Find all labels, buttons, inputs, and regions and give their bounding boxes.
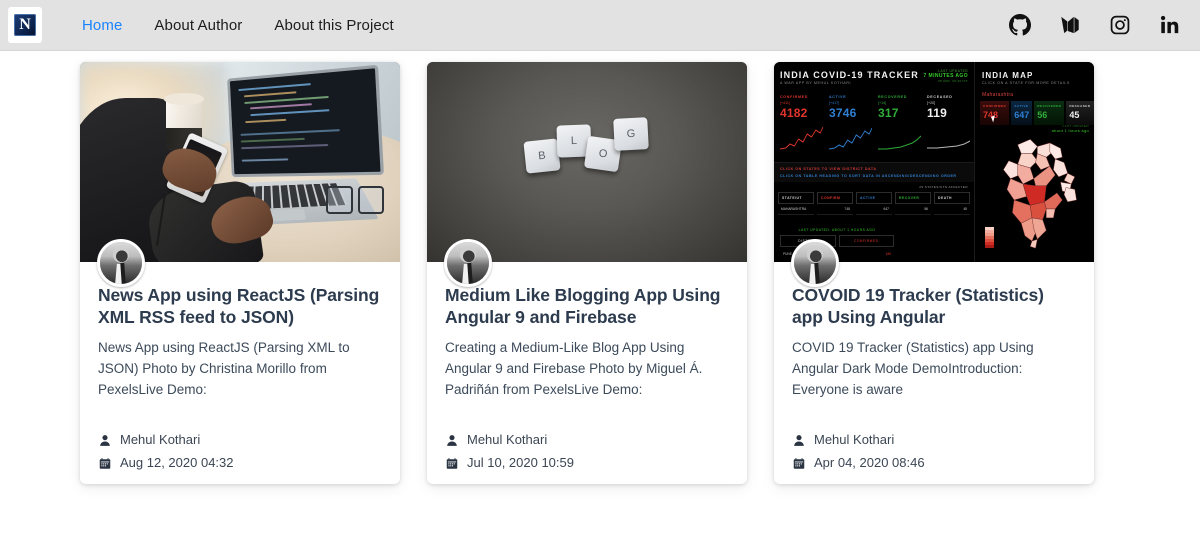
calendar-icon: [445, 457, 458, 470]
map-title: INDIA MAP: [982, 71, 1094, 80]
photo-covid-dashboard: INDIA COVID-19 TRACKER A WAR APP BY MEHU…: [774, 62, 1094, 262]
sparkline-active: [829, 124, 872, 150]
post-description: News App using ReactJS (Parsing XML to J…: [98, 337, 382, 421]
post-meta: Mehul Kothari: [98, 429, 382, 474]
india-choropleth-map[interactable]: [982, 134, 1089, 250]
nav-link-about-this-project[interactable]: About this Project: [258, 17, 409, 34]
map-last-updated: LAST UPDATED about 1 hours ago: [1052, 124, 1089, 133]
stat-active: ACTIVE [+417] 3746: [829, 95, 872, 150]
post-title[interactable]: Medium Like Blogging App Using Angular 9…: [445, 284, 729, 328]
sparkline-recovered: [878, 124, 921, 150]
keycap-g: G: [613, 117, 649, 151]
dashboard-notices: CLICK ON STATES TO VIEW DISTRICT DATA CL…: [774, 162, 974, 182]
sparkline-deceased: [927, 124, 970, 150]
avatar: [791, 239, 839, 287]
post-card[interactable]: B L O G Medium Like Blogging App Using A…: [427, 62, 747, 484]
linkedin-icon[interactable]: [1158, 13, 1182, 37]
medium-icon[interactable]: [1058, 13, 1082, 37]
dashboard-map-panel: INDIA MAP CLICK ON A STATE FOR MORE DETA…: [974, 62, 1094, 262]
nav-link-about-author[interactable]: About Author: [138, 17, 258, 34]
state-table: STATE/UT CONFIRM ACTIVE RECOVER DEATH MA…: [774, 192, 974, 215]
states-affected: 29 STATES/UTS AFFECTED: [919, 185, 968, 189]
post-card-grid: News App using ReactJS (Parsing XML RSS …: [0, 51, 1200, 484]
post-thumbnail: B L O G: [427, 62, 747, 262]
post-date-row: Apr 04, 2020 08:46: [792, 452, 1076, 474]
post-date: Aug 12, 2020 04:32: [120, 452, 234, 474]
selected-state: Maharashtra: [982, 92, 1094, 98]
post-date: Jul 10, 2020 10:59: [467, 452, 574, 474]
stat-deceased: DECEASED [+20] 119: [927, 95, 970, 150]
map-stat-recovered: RECOVERED 56: [1034, 101, 1064, 125]
post-author-row: Mehul Kothari: [792, 429, 1076, 451]
avatar: [97, 239, 145, 287]
person-icon: [445, 434, 458, 447]
table-row[interactable]: MAHARASHTRA 748 647 56 45: [778, 204, 970, 215]
photo-blog-keycaps: B L O G: [427, 62, 747, 262]
stat-confirmed: CONFIRMED [+411] 4182: [780, 95, 823, 150]
th-state[interactable]: STATE/UT: [778, 192, 814, 204]
post-description: COVID 19 Tracker (Statistics) app Using …: [792, 337, 1076, 421]
post-card-body: COVOID 19 Tracker (Statistics) app Using…: [774, 262, 1094, 474]
th-active[interactable]: ACTIVE: [856, 192, 892, 204]
post-author-name: Mehul Kothari: [467, 429, 547, 451]
post-title[interactable]: News App using ReactJS (Parsing XML RSS …: [98, 284, 382, 328]
notepad-plus-plus-logo-icon: N: [14, 14, 36, 36]
post-card-body: Medium Like Blogging App Using Angular 9…: [427, 262, 747, 474]
th-confirm[interactable]: CONFIRM: [817, 192, 853, 204]
post-meta: Mehul Kothari: [792, 429, 1076, 474]
post-title[interactable]: COVOID 19 Tracker (Statistics) app Using…: [792, 284, 1076, 328]
post-card[interactable]: News App using ReactJS (Parsing XML RSS …: [80, 62, 400, 484]
person-icon: [792, 434, 805, 447]
notice-click-states: CLICK ON STATES TO VIEW DISTRICT DATA: [780, 167, 968, 171]
covid-dashboard: INDIA COVID-19 TRACKER A WAR APP BY MEHU…: [774, 62, 1094, 262]
post-meta: Mehul Kothari: [445, 429, 729, 474]
calendar-icon: [792, 457, 805, 470]
post-thumbnail: INDIA COVID-19 TRACKER A WAR APP BY MEHU…: [774, 62, 1094, 262]
calendar-icon: [98, 457, 111, 470]
post-author-name: Mehul Kothari: [120, 429, 200, 451]
photo-person-coding-on-laptop: [80, 62, 400, 262]
dashboard-last-updated: LAST UPDATED 7 MINUTES AGO 05 APR, 09:46…: [924, 69, 968, 83]
table-header-row: STATE/UT CONFIRM ACTIVE RECOVER DEATH: [778, 192, 970, 204]
post-date-row: Aug 12, 2020 04:32: [98, 452, 382, 474]
post-author-name: Mehul Kothari: [814, 429, 894, 451]
avatar: [444, 239, 492, 287]
top-navbar: N Home About Author About this Project: [0, 0, 1200, 51]
map-stat-active: ACTIVE 647: [1011, 101, 1032, 125]
instagram-icon[interactable]: [1108, 13, 1132, 37]
dashboard-left-panel: INDIA COVID-19 TRACKER A WAR APP BY MEHU…: [774, 62, 974, 262]
post-card-body: News App using ReactJS (Parsing XML RSS …: [80, 262, 400, 474]
map-subtitle: CLICK ON A STATE FOR MORE DETAILS: [982, 81, 1094, 85]
district-last-updated: LAST UPDATED: ABOUT 1 HOURS AGO: [780, 228, 894, 232]
social-links: [1008, 0, 1182, 50]
post-author-row: Mehul Kothari: [445, 429, 729, 451]
post-date: Apr 04, 2020 08:46: [814, 452, 925, 474]
dashboard-stats: CONFIRMED [+411] 4182 ACTIVE: [780, 95, 970, 150]
th-district-confirmed[interactable]: CONFIRMED: [839, 235, 895, 247]
th-recover[interactable]: RECOVER: [895, 192, 931, 204]
person-icon: [98, 434, 111, 447]
map-legend: [985, 227, 994, 248]
notice-sort-table: CLICK ON TABLE HEADING TO SORT DATA IN A…: [780, 174, 968, 178]
th-death[interactable]: DEATH: [934, 192, 970, 204]
keycap-b: B: [523, 138, 560, 173]
nav-links: Home About Author About this Project: [66, 17, 410, 34]
stat-recovered: RECOVERED [+14] 317: [878, 95, 921, 150]
github-icon[interactable]: [1008, 13, 1032, 37]
post-thumbnail: [80, 62, 400, 262]
post-card[interactable]: INDIA COVID-19 TRACKER A WAR APP BY MEHU…: [774, 62, 1094, 484]
last-updated-timestamp: 05 APR, 09:46 IST: [924, 79, 968, 83]
sparkline-confirmed: [780, 124, 823, 150]
map-stat-deceased: DECEASED 45: [1066, 101, 1093, 125]
post-description: Creating a Medium-Like Blog App Using An…: [445, 337, 729, 421]
post-date-row: Jul 10, 2020 10:59: [445, 452, 729, 474]
site-logo[interactable]: N: [8, 7, 42, 43]
nav-link-home[interactable]: Home: [66, 17, 138, 34]
post-author-row: Mehul Kothari: [98, 429, 382, 451]
map-state-stats: CONFIRMED 748 ACTIVE 647 RECOVERED 56: [980, 101, 1089, 125]
